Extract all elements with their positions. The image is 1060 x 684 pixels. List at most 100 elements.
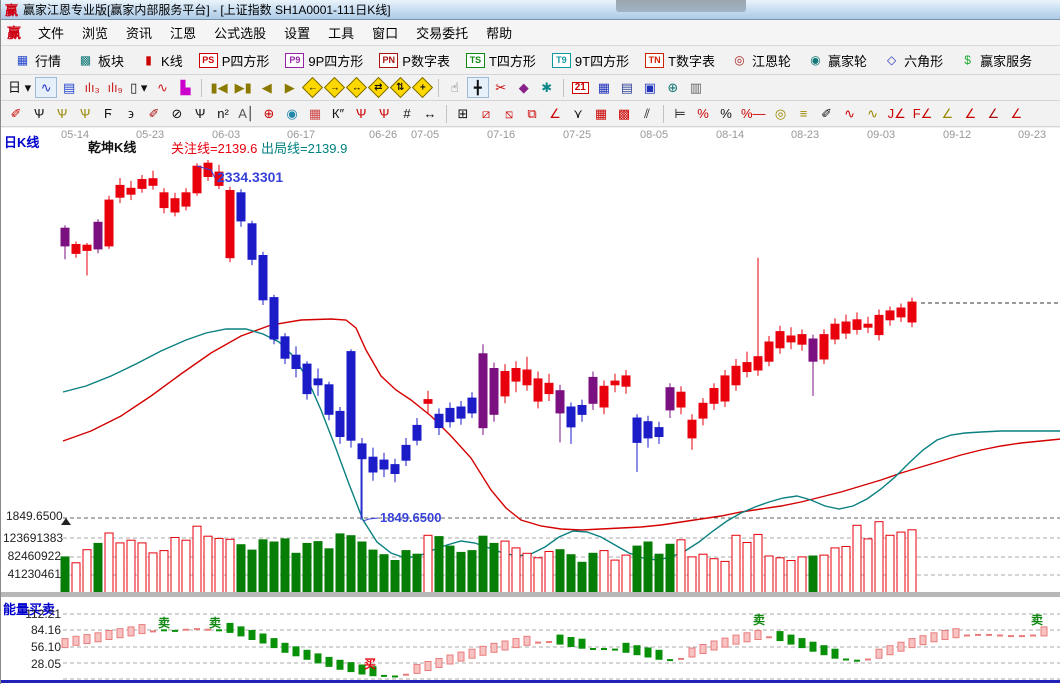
prev-button[interactable]: ◀ [256,77,278,98]
menu-item-4[interactable]: 公式选股 [205,20,275,45]
comb-tool[interactable]: Ѱ [28,103,50,124]
9t-square-button[interactable]: T99T四方形 [545,49,636,72]
notepad-button[interactable]: ▤ [616,77,638,98]
percent-line-tool[interactable]: % [692,103,714,124]
pane-separator[interactable] [1,592,1060,597]
t-number-button[interactable]: TNT数字表 [638,49,722,72]
gold-comb-tool[interactable]: Ѱ [51,103,73,124]
menu-item-9[interactable]: 帮助 [477,20,521,45]
menu-item-2[interactable]: 资讯 [117,20,161,45]
hspan-tool[interactable]: ↔ [419,103,441,124]
expand-button[interactable]: ↔ [346,77,367,98]
crosshair-tool-button[interactable]: ╋ [467,77,489,98]
star-circle-tool[interactable]: ◉ [281,103,303,124]
vertical-button[interactable]: ⇅ [390,77,411,98]
wave-gold-tool[interactable]: ∿ [862,103,884,124]
grid-circle-tool[interactable]: ▦ [304,103,326,124]
f-angle-tool[interactable]: F∠ [910,103,936,124]
gold-angle-tool[interactable]: ∠ [936,103,958,124]
shen-angle-tool[interactable]: ∠ [959,103,981,124]
gold-comb2-tool[interactable]: Ѱ [74,103,96,124]
menu-item-6[interactable]: 工具 [319,20,363,45]
ying-angle-tool[interactable]: ∠ [982,103,1004,124]
gann-wheel-button[interactable]: ◎江恩轮 [724,49,798,72]
quotes-button[interactable]: ▦行情 [7,49,68,72]
clock-tool[interactable]: ⊘ [166,103,188,124]
gold-circle-tool[interactable]: ◎ [770,103,792,124]
gold-lines-tool[interactable]: ≡ [793,103,815,124]
winner-wheel-button[interactable]: ◉赢家轮 [800,49,874,72]
period-dropdown[interactable]: 日 ▾ [5,77,34,98]
measure-tool-button[interactable]: ✂ [490,77,512,98]
web-button[interactable]: ⊕ [662,77,684,98]
hand-tool-button[interactable]: ☝ [444,77,466,98]
bars3-button[interactable]: ılı₃ [81,77,103,98]
menu-item-5[interactable]: 设置 [275,20,319,45]
sectors-button[interactable]: ▩板块 [70,49,131,72]
info-doc-button[interactable]: ▤ [58,77,80,98]
menu-item-8[interactable]: 交易委托 [407,20,477,45]
swap-button[interactable]: ⇄ [368,77,389,98]
menu-item-0[interactable]: 文件 [29,20,73,45]
indicator-bar-down [777,632,783,641]
fan-grid-tool[interactable]: ⧉ [521,103,543,124]
pan-right-button[interactable]: → [324,77,345,98]
histogram-button[interactable]: ▙ [174,77,196,98]
9p-square-button[interactable]: P99P四方形 [278,49,370,72]
shen-comb-tool[interactable]: Ѱ [350,103,372,124]
n2-tool[interactable]: n² [212,103,234,124]
p-number-button[interactable]: PNP数字表 [372,49,457,72]
comb-small-tool[interactable]: Ѱ [189,103,211,124]
box-tool[interactable]: ⊞ [452,103,474,124]
t-square-button[interactable]: TST四方形 [459,49,543,72]
kline-button[interactable]: ▮K线 [133,49,190,72]
brain-tool-button[interactable]: ✱ [536,77,558,98]
fan-tool[interactable]: ⧄ [475,103,497,124]
price-axis-label: 1849.6500 [6,509,63,523]
red-grid-tool[interactable]: ▦ [590,103,612,124]
menu-item-1[interactable]: 浏览 [73,20,117,45]
hexagon-button[interactable]: ◇六角形 [876,49,950,72]
menu-item-7[interactable]: 窗口 [363,20,407,45]
circle-cross-tool[interactable]: ⊕ [258,103,280,124]
percent-tool[interactable]: % [715,103,737,124]
p-square-button[interactable]: PSP四方形 [192,49,277,72]
red-grid2-tool[interactable]: ▩ [613,103,635,124]
calendar-button[interactable]: 21 [569,77,592,98]
percent-table-tool[interactable]: ⊨ [669,103,691,124]
four-angle-tool[interactable]: ∠ [1005,103,1027,124]
red-wave-button[interactable]: ∿ [151,77,173,98]
winner-service-button[interactable]: $赢家服务 [952,49,1039,72]
angle-tool[interactable]: ∠ [544,103,566,124]
print-button[interactable]: ▥ [685,77,707,98]
f-comb-tool[interactable]: Ϝ [97,103,119,124]
chart-wave-button[interactable]: ∿ [35,77,57,98]
k2-tool[interactable]: К″ [327,103,349,124]
calculator-button[interactable]: ▦ [593,77,615,98]
pencil2-tool[interactable]: ✐ [143,103,165,124]
save-button[interactable]: ▣ [639,77,661,98]
bars9-button[interactable]: ılı₉ [104,77,126,98]
last-button[interactable]: ▶▮ [232,77,255,98]
a-line-tool[interactable]: A⎮ [235,103,257,124]
pencil-tool[interactable]: ✐ [5,103,27,124]
ruler-tool[interactable]: # [396,103,418,124]
percent-level-tool[interactable]: %— [738,103,769,124]
first-button[interactable]: ▮◀ [207,77,230,98]
pen-tool[interactable]: ✐ [816,103,838,124]
next-button[interactable]: ▶ [279,77,301,98]
chart-area[interactable]: 日K线 乾坤K线 关注线=2139.6 出局线=2139.9 2334.3301… [1,128,1060,684]
menu-item-3[interactable]: 江恩 [161,20,205,45]
fan-box-tool[interactable]: ⧅ [498,103,520,124]
title-bar[interactable]: 赢 赢家江恩专业版[赢家内部服务平台] - [上证指数 SH1A0001-111… [1,0,1060,20]
pan-left-button[interactable]: ← [302,77,323,98]
ying-comb-tool[interactable]: Ѱ [373,103,395,124]
figure-tool-button[interactable]: ◆ [513,77,535,98]
center-button[interactable]: + [412,77,433,98]
j-angle-tool[interactable]: J∠ [885,103,909,124]
wave-red-tool[interactable]: ∿ [839,103,861,124]
curve5-tool[interactable]: ϶ [120,103,142,124]
candle-style-dropdown[interactable]: ▯ ▾ [127,77,150,98]
parallel-tool[interactable]: ⫽ [636,103,658,124]
v-line-tool[interactable]: ⋎ [567,103,589,124]
